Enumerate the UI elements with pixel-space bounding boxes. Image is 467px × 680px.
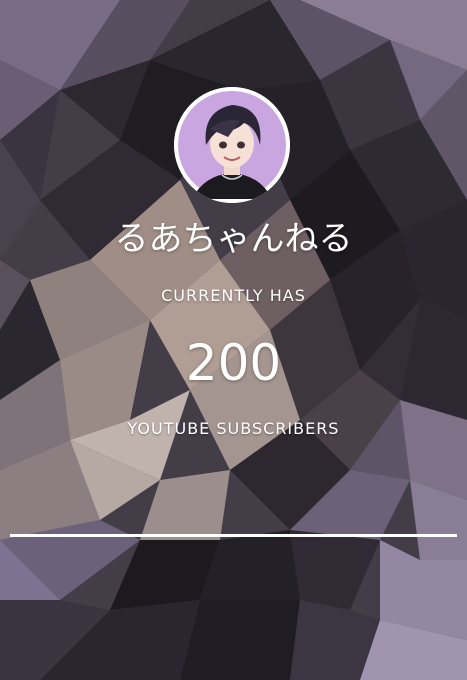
progress-bar <box>10 534 457 537</box>
subscriber-count: 200 <box>185 334 282 392</box>
channel-name: るあちゃんねる <box>114 219 353 259</box>
progress-bar-fill <box>10 534 457 537</box>
count-suffix-label: YOUTUBE SUBSCRIBERS <box>127 419 340 438</box>
count-prefix-label: CURRENTLY HAS <box>161 286 306 305</box>
subscriber-counter-card: るあちゃんねる CURRENTLY HAS 200 YOUTUBE SUBSCR… <box>0 0 467 680</box>
anime-boy-avatar-icon <box>174 87 290 203</box>
channel-avatar <box>174 87 290 203</box>
